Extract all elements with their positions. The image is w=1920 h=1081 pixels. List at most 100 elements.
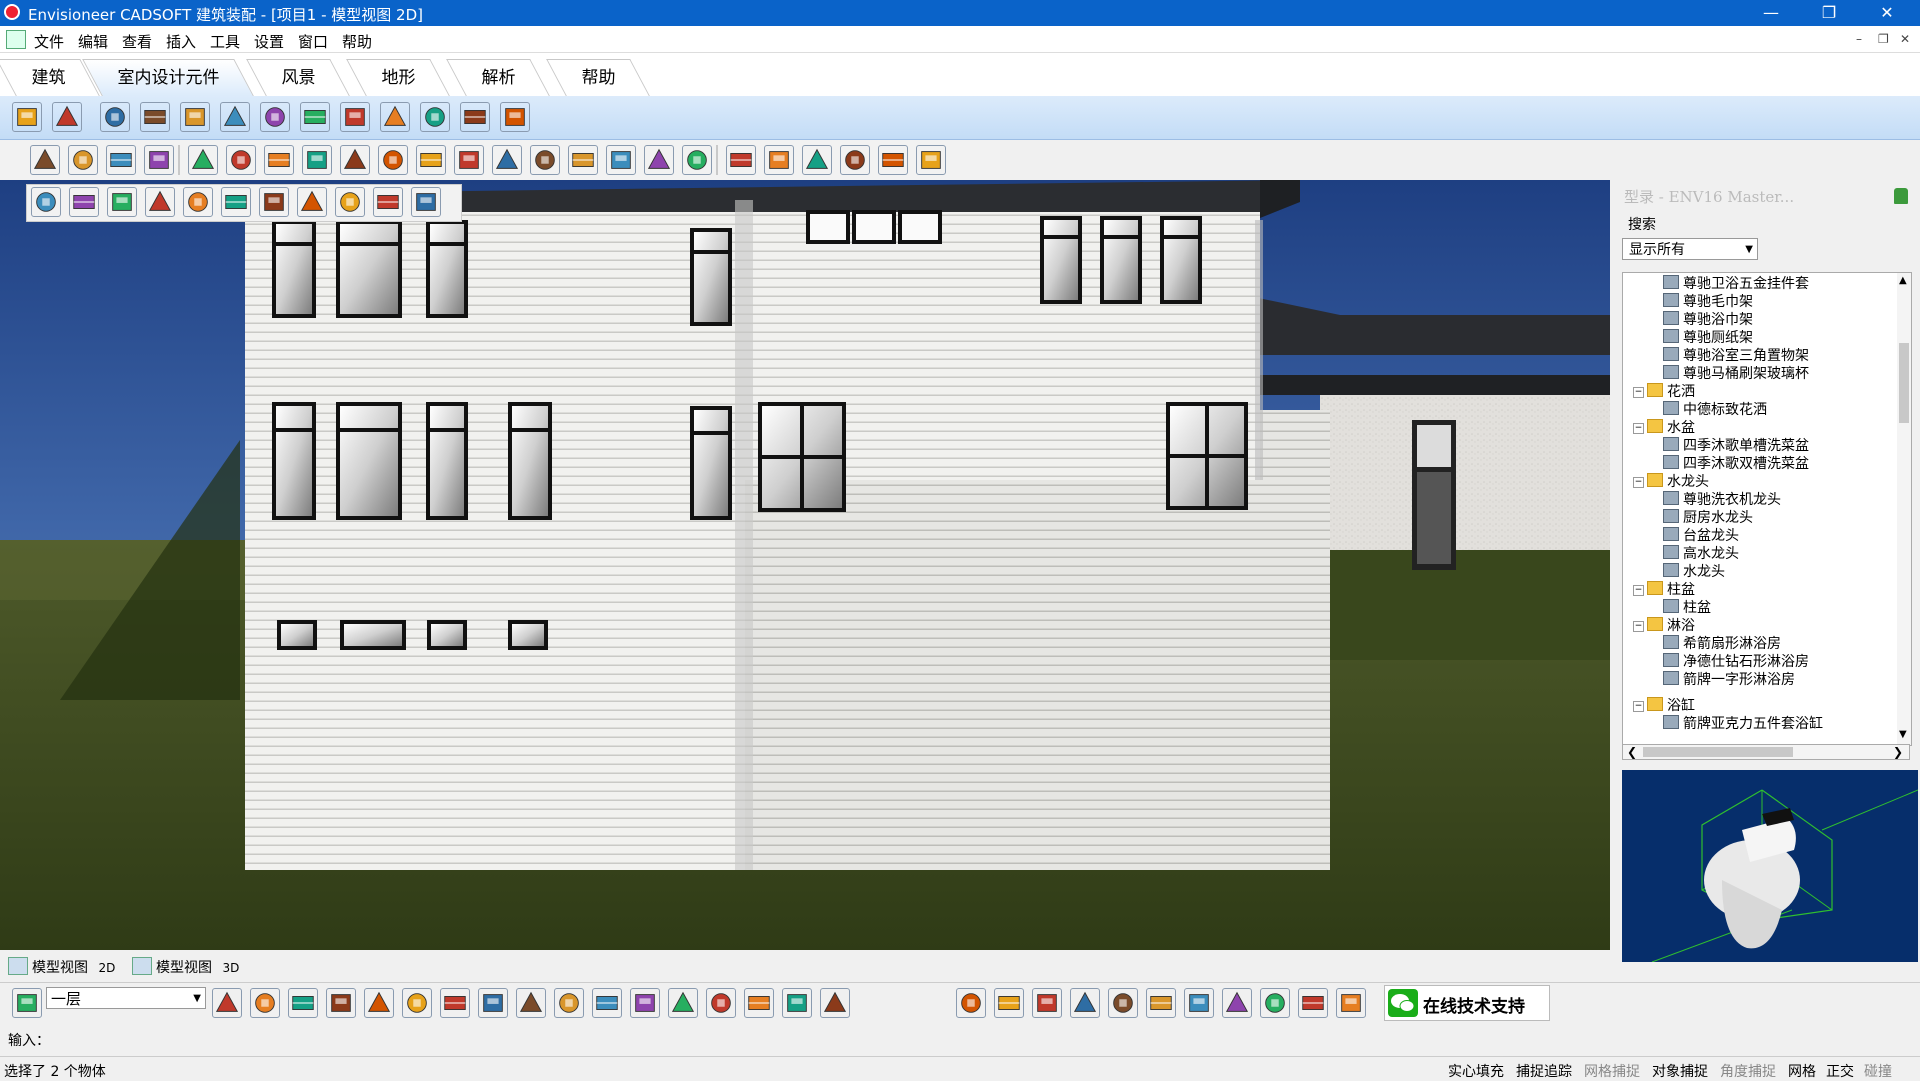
scale-1x2-icon[interactable]	[606, 145, 636, 175]
text-box-icon[interactable]	[264, 145, 294, 175]
scroll-right-icon[interactable]: ❯	[1893, 745, 1903, 759]
grid-dim-2-icon[interactable]	[530, 145, 560, 175]
floor-icon[interactable]	[12, 988, 42, 1018]
print-icon[interactable]	[373, 187, 403, 217]
menu-edit[interactable]: 编辑	[78, 31, 108, 52]
command-input[interactable]	[56, 1028, 1906, 1050]
tree-item[interactable]: 尊驰厕纸架	[1663, 329, 1753, 347]
faucet-icon[interactable]	[500, 102, 530, 132]
tree-item[interactable]: 中德标致花洒	[1663, 401, 1767, 419]
dim-cross-icon[interactable]	[340, 145, 370, 175]
dimension-icon[interactable]	[68, 145, 98, 175]
zoom-out-icon[interactable]	[994, 988, 1024, 1018]
walkthrough-icon[interactable]	[592, 988, 622, 1018]
status-toggle[interactable]: 对象捕捉	[1652, 1061, 1708, 1081]
tree-item[interactable]: 尊驰洗衣机龙头	[1663, 491, 1781, 509]
house-2-icon[interactable]	[478, 988, 508, 1018]
settings-icon[interactable]	[764, 145, 794, 175]
tree-item[interactable]: 四季沐歌单槽洗菜盆	[1663, 437, 1809, 455]
fireplace-icon[interactable]	[460, 102, 490, 132]
grid-dim-icon[interactable]	[492, 145, 522, 175]
menu-file[interactable]: 文件	[34, 31, 64, 52]
view-2d-plus-icon[interactable]	[250, 988, 280, 1018]
tree-item[interactable]: 高水龙头	[1663, 545, 1739, 563]
tree-folder[interactable]: 浴缸	[1647, 697, 1695, 715]
tab-terrain[interactable]: 地形	[346, 59, 450, 96]
tree-item[interactable]: 台盆龙头	[1663, 527, 1739, 545]
tree-folder[interactable]: 水盆	[1647, 419, 1695, 437]
document-icon[interactable]	[6, 30, 26, 49]
zoom-window-icon[interactable]	[1032, 988, 1062, 1018]
scroll-down-icon[interactable]: ▼	[1899, 729, 1907, 740]
scroll-thumb[interactable]	[1899, 343, 1909, 423]
tab-analysis[interactable]: 解析	[446, 59, 550, 96]
tab-model-view-3d[interactable]: 模型视图 3D	[132, 957, 239, 979]
box-icon[interactable]	[668, 988, 698, 1018]
chart-icon[interactable]	[878, 145, 908, 175]
monitor-icon[interactable]	[706, 988, 736, 1018]
tab-interior-components[interactable]: 室内设计元件	[82, 59, 254, 96]
lock-icon[interactable]	[1298, 988, 1328, 1018]
roof-icon[interactable]	[802, 145, 832, 175]
cabinet-icon[interactable]	[100, 102, 130, 132]
paint-brush-icon[interactable]	[52, 102, 82, 132]
online-support-button[interactable]: 在线技术支持	[1384, 985, 1550, 1021]
label-2-icon[interactable]	[682, 145, 712, 175]
menu-insert[interactable]: 插入	[166, 31, 196, 52]
pin-icon[interactable]	[1894, 188, 1908, 204]
model-viewport[interactable]	[0, 180, 1610, 950]
bathtub-icon[interactable]	[300, 102, 330, 132]
new-file-icon[interactable]	[31, 187, 61, 217]
tree-item[interactable]: 箭牌亚克力五件套浴缸	[1663, 715, 1823, 733]
tv-icon[interactable]	[220, 102, 250, 132]
table-icon[interactable]	[140, 102, 170, 132]
camera-2-icon[interactable]	[1336, 988, 1366, 1018]
panel-icon[interactable]	[259, 187, 289, 217]
tree-item[interactable]: 柱盆	[1663, 599, 1711, 617]
tab-model-view-2d[interactable]: 模型视图 2D	[8, 957, 115, 979]
walk-icon[interactable]	[1222, 988, 1252, 1018]
lamp-icon[interactable]	[380, 102, 410, 132]
text-edit-icon[interactable]	[226, 145, 256, 175]
tree-item[interactable]: 尊驰毛巾架	[1663, 293, 1753, 311]
menu-view[interactable]: 查看	[122, 31, 152, 52]
presentation-icon[interactable]	[402, 988, 432, 1018]
mdi-minimize-button[interactable]: –	[1856, 32, 1862, 46]
save-icon[interactable]	[183, 187, 213, 217]
layers-icon[interactable]	[916, 145, 946, 175]
close-button[interactable]: ✕	[1864, 0, 1910, 26]
tree-item[interactable]: 净德仕钻石形淋浴房	[1663, 653, 1809, 671]
dim-vertical-icon[interactable]	[302, 145, 332, 175]
dim-corner-icon[interactable]	[454, 145, 484, 175]
tree-item[interactable]: 尊驰浴巾架	[1663, 311, 1753, 329]
zoom-fit-icon[interactable]	[1146, 988, 1176, 1018]
dim-horizontal-icon[interactable]	[378, 145, 408, 175]
layout-icon[interactable]	[840, 145, 870, 175]
minimize-button[interactable]: —	[1748, 0, 1794, 26]
folder-icon[interactable]	[145, 187, 175, 217]
plant-icon[interactable]	[420, 102, 450, 132]
collapse-icon[interactable]: −	[1633, 423, 1644, 434]
collapse-icon[interactable]: −	[1633, 701, 1644, 712]
house-3-icon[interactable]	[782, 988, 812, 1018]
status-toggle[interactable]: 实心填充	[1448, 1061, 1504, 1081]
robot-icon[interactable]	[820, 988, 850, 1018]
scroll-up-icon[interactable]: ▲	[1899, 275, 1907, 286]
label-icon[interactable]	[144, 145, 174, 175]
scroll-thumb[interactable]	[1643, 747, 1793, 757]
orbit-icon[interactable]	[1260, 988, 1290, 1018]
redo-icon[interactable]	[335, 187, 365, 217]
menu-tools[interactable]: 工具	[210, 31, 240, 52]
house-icon[interactable]	[440, 988, 470, 1018]
collapse-icon[interactable]: −	[1633, 387, 1644, 398]
collapse-icon[interactable]: −	[1633, 621, 1644, 632]
zoom-extents-icon[interactable]	[1070, 988, 1100, 1018]
bed-icon[interactable]	[340, 102, 370, 132]
view-2d-icon[interactable]	[212, 988, 242, 1018]
text-icon[interactable]	[188, 145, 218, 175]
tree-folder[interactable]: 柱盆	[1647, 581, 1695, 599]
appliance-icon[interactable]	[180, 102, 210, 132]
open-folder-icon[interactable]	[69, 187, 99, 217]
zoom-search-icon[interactable]	[1108, 988, 1138, 1018]
floor-select[interactable]: 一层 ▼	[46, 987, 206, 1009]
